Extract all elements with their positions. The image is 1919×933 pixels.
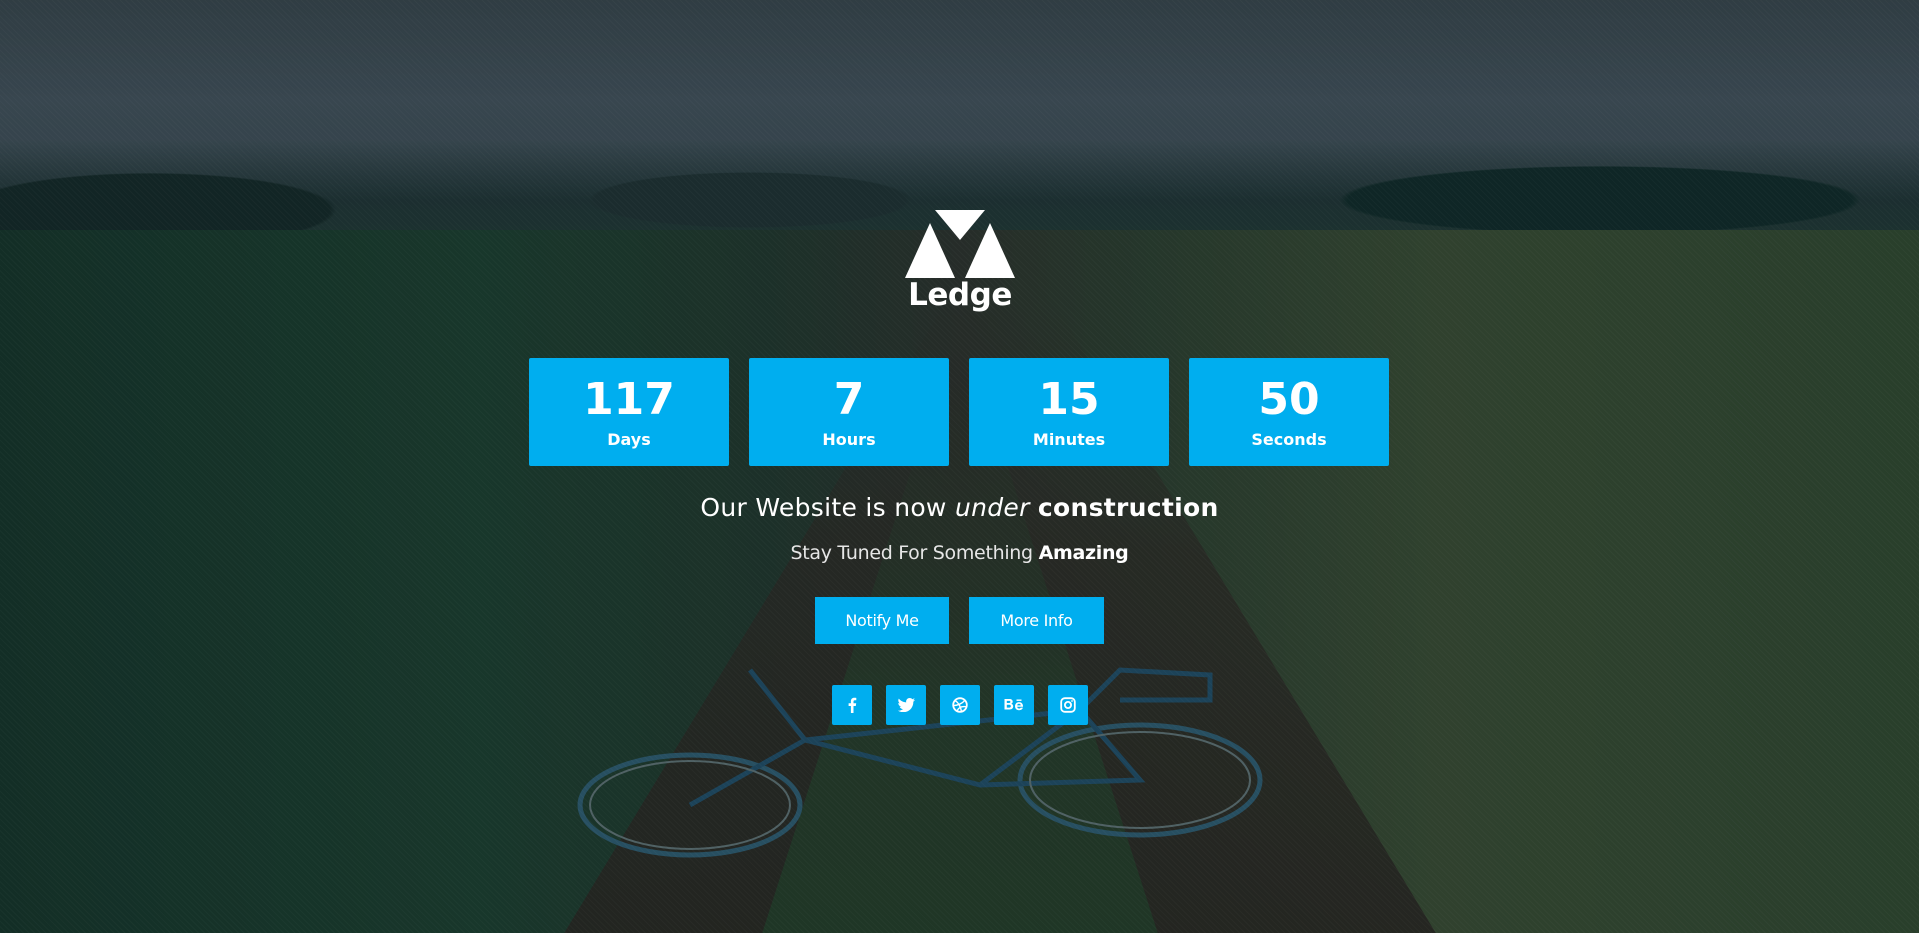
headline-emphasis: under [954, 493, 1030, 522]
instagram-icon [1060, 697, 1076, 713]
countdown-timer: 117 Days 7 Hours 15 Minutes 50 Seconds [529, 358, 1389, 466]
countdown-minutes: 15 Minutes [969, 358, 1169, 466]
twitter-link[interactable] [886, 685, 926, 725]
more-info-button[interactable]: More Info [969, 597, 1104, 644]
instagram-link[interactable] [1048, 685, 1088, 725]
countdown-seconds-value: 50 [1258, 374, 1320, 425]
main-content: Ledge 117 Days 7 Hours 15 Minutes 50 Sec… [0, 0, 1919, 933]
headline-strong: construction [1037, 493, 1219, 522]
ledge-logo[interactable]: Ledge [900, 210, 1020, 315]
behance-icon [1004, 699, 1023, 711]
social-links [832, 685, 1088, 725]
headline: Our Website is now under construction [0, 492, 1919, 524]
facebook-icon [848, 697, 857, 713]
dribbble-link[interactable] [940, 685, 980, 725]
action-buttons: Notify Me More Info [815, 597, 1104, 644]
countdown-minutes-label: Minutes [1032, 430, 1106, 449]
facebook-link[interactable] [832, 685, 872, 725]
countdown-days: 117 Days [529, 358, 729, 466]
coming-soon-page: Ledge 117 Days 7 Hours 15 Minutes 50 Sec… [0, 0, 1919, 933]
countdown-days-value: 117 [583, 374, 675, 425]
headline-part-1: Our Website is now [700, 493, 955, 522]
countdown-seconds: 50 Seconds [1189, 358, 1389, 466]
countdown-hours-value: 7 [833, 374, 865, 425]
ledge-triangles-logo-icon [905, 210, 1015, 278]
countdown-hours-label: Hours [822, 430, 876, 449]
tagline-part-1: Stay Tuned For Something [790, 542, 1039, 564]
countdown-days-label: Days [607, 430, 651, 449]
countdown-seconds-label: Seconds [1251, 430, 1327, 449]
countdown-hours: 7 Hours [749, 358, 949, 466]
twitter-icon [897, 698, 915, 712]
notify-me-button[interactable]: Notify Me [815, 597, 949, 644]
behance-link[interactable] [994, 685, 1034, 725]
dribbble-icon [952, 697, 968, 713]
tagline-strong: Amazing [1038, 542, 1129, 564]
tagline: Stay Tuned For Something Amazing [0, 540, 1919, 566]
headline-space [1030, 493, 1038, 522]
countdown-minutes-value: 15 [1038, 374, 1100, 425]
brand-name: Ledge [908, 277, 1012, 313]
